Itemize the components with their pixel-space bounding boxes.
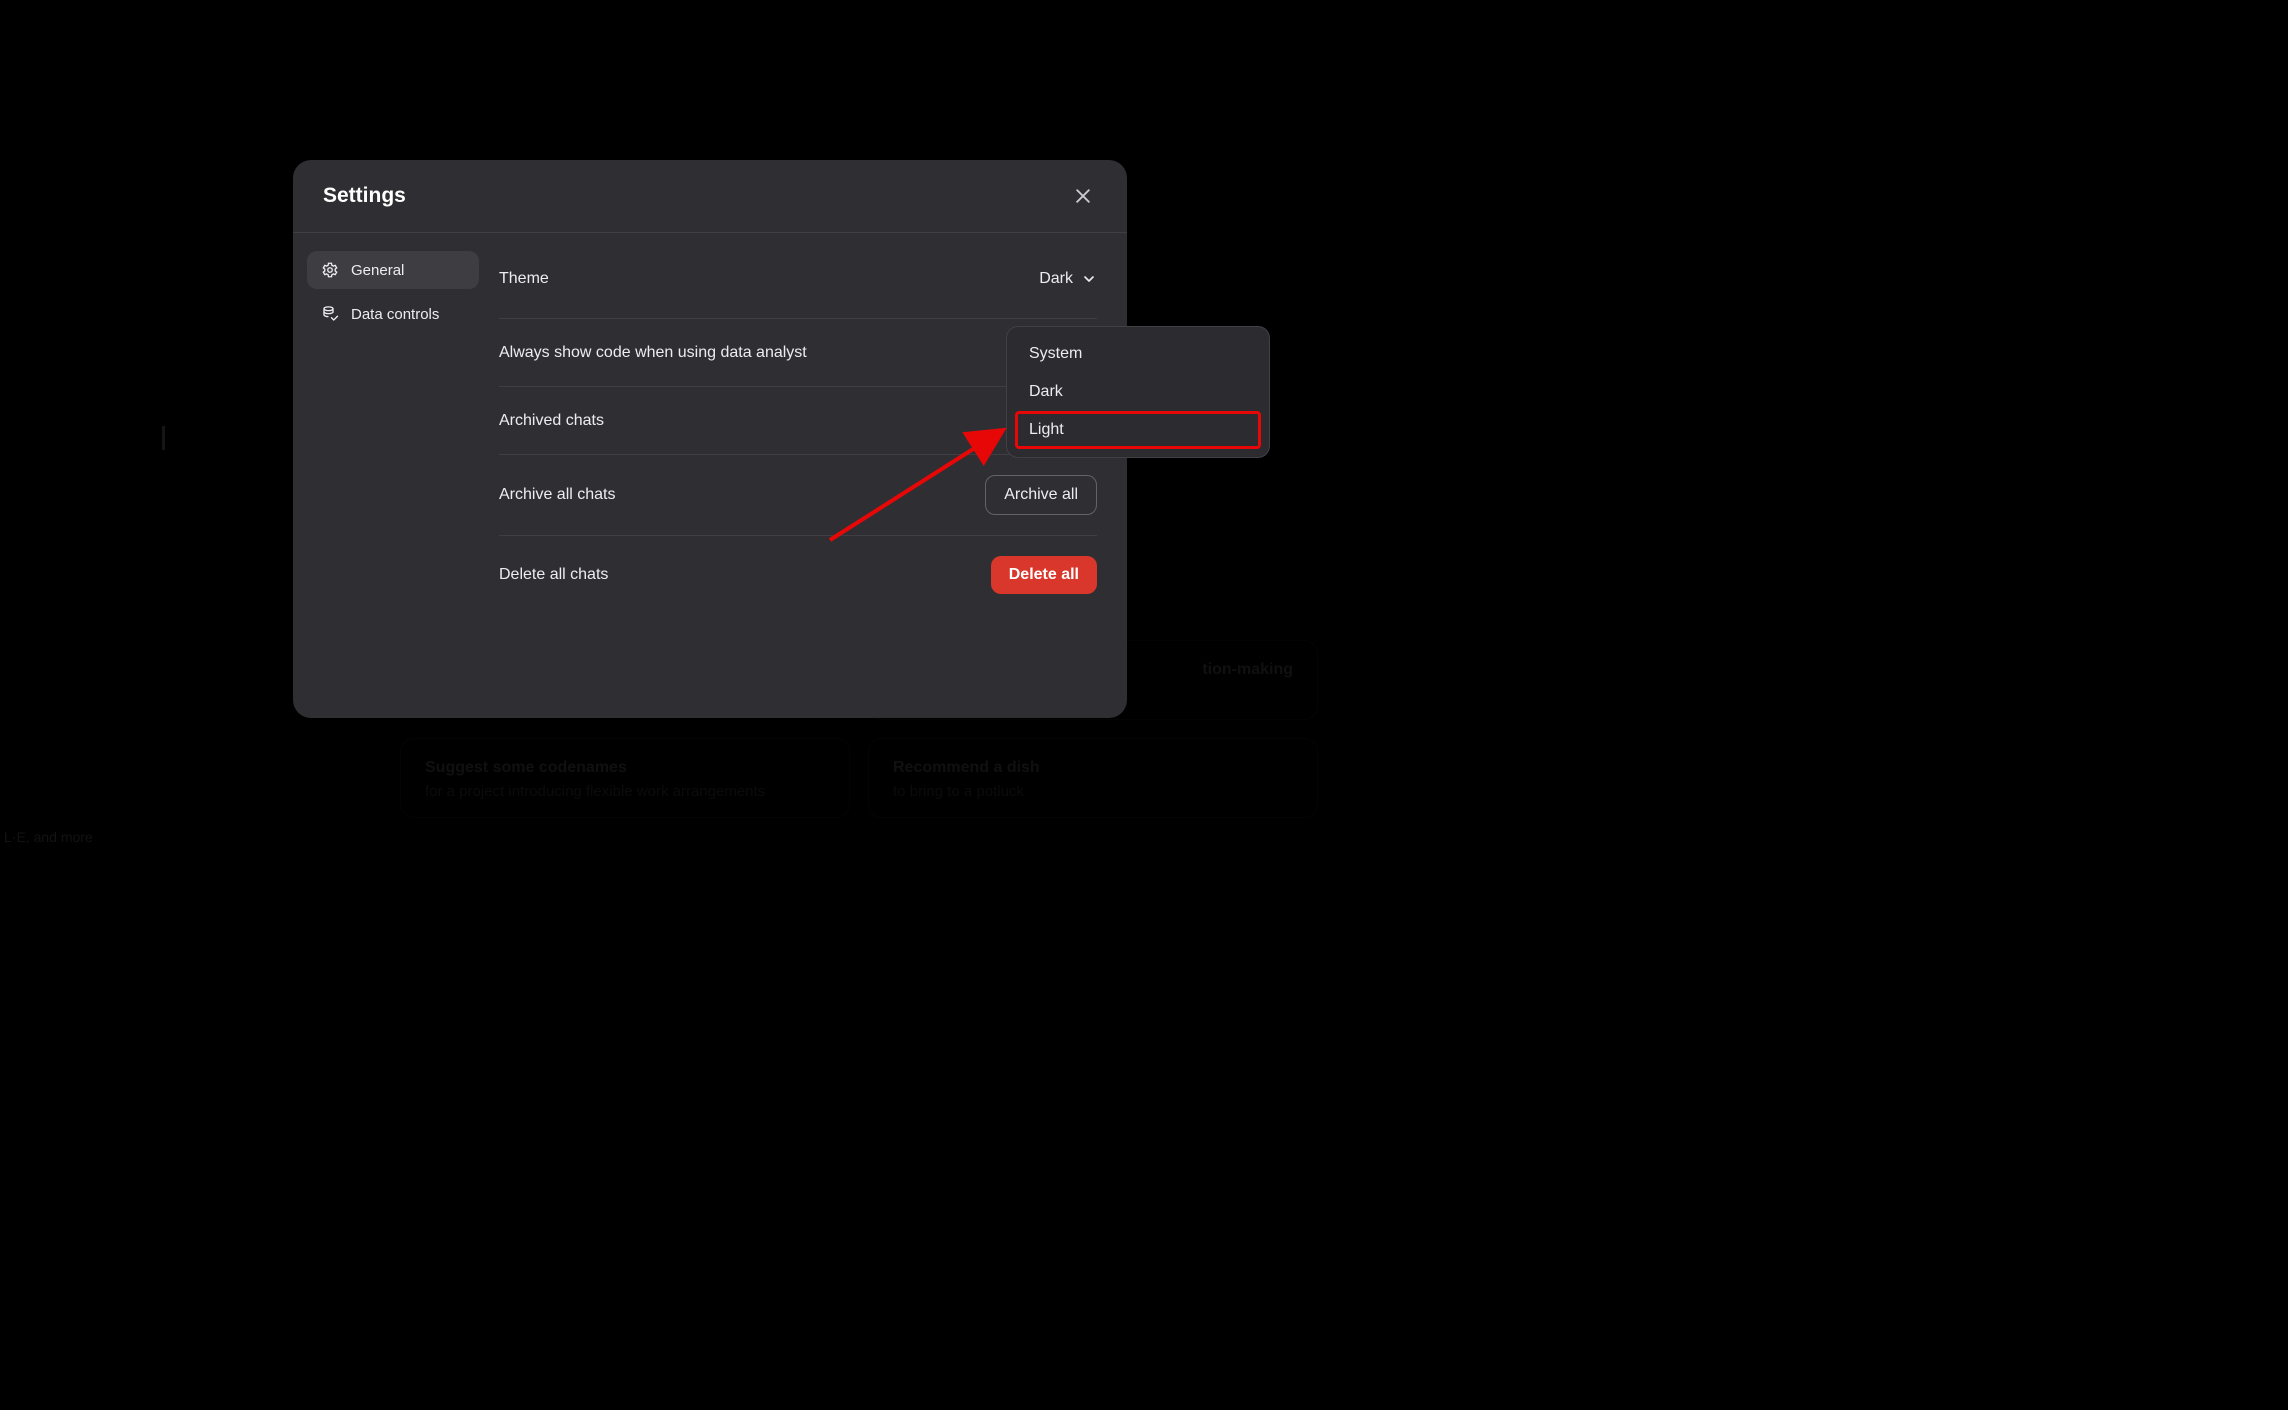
sidebar-item-general[interactable]: General — [307, 251, 479, 289]
bg-card-codenames: Suggest some codenames for a project int… — [400, 738, 850, 818]
theme-dropdown: System Dark Light — [1006, 326, 1270, 458]
settings-panel: Theme Dark Always show code when using d… — [493, 251, 1127, 718]
modal-title: Settings — [323, 184, 406, 208]
theme-option-dark[interactable]: Dark — [1015, 373, 1261, 411]
sidebar-item-data-controls[interactable]: Data controls — [307, 295, 479, 333]
bg-card-title: Recommend a dish — [893, 759, 1293, 777]
row-delete-all: Delete all chats Delete all — [499, 536, 1097, 614]
theme-option-system[interactable]: System — [1015, 335, 1261, 373]
text-caret — [162, 426, 165, 450]
background-footer-text: L·E, and more — [4, 829, 93, 845]
close-icon — [1073, 186, 1093, 206]
row-label: Theme — [499, 270, 549, 288]
bg-card-sub: to bring to a potluck — [893, 783, 1293, 800]
sidebar-item-label: General — [351, 262, 404, 279]
settings-modal: Settings General — [293, 160, 1127, 718]
row-label: Archived chats — [499, 412, 604, 430]
modal-body: General Data controls Theme Dark — [293, 233, 1127, 718]
bg-card-title: Suggest some codenames — [425, 759, 825, 777]
theme-option-light[interactable]: Light — [1015, 411, 1261, 449]
data-icon — [321, 305, 339, 323]
chevron-down-icon — [1081, 271, 1097, 287]
gear-icon — [321, 261, 339, 279]
sidebar-item-label: Data controls — [351, 306, 439, 323]
row-label: Always show code when using data analyst — [499, 344, 807, 362]
bg-card-sub: for a project introducing flexible work … — [425, 783, 825, 800]
row-label: Archive all chats — [499, 486, 616, 504]
modal-header: Settings — [293, 160, 1127, 233]
row-archive-all: Archive all chats Archive all — [499, 455, 1097, 536]
theme-select-value: Dark — [1039, 270, 1073, 288]
bg-card-recommend-dish: Recommend a dish to bring to a potluck — [868, 738, 1318, 818]
theme-select[interactable]: Dark — [1039, 270, 1097, 288]
delete-all-button[interactable]: Delete all — [991, 556, 1097, 594]
close-button[interactable] — [1069, 182, 1097, 210]
settings-sidebar: General Data controls — [293, 251, 493, 718]
archive-all-button[interactable]: Archive all — [985, 475, 1097, 515]
row-theme: Theme Dark — [499, 251, 1097, 319]
row-label: Delete all chats — [499, 566, 608, 584]
